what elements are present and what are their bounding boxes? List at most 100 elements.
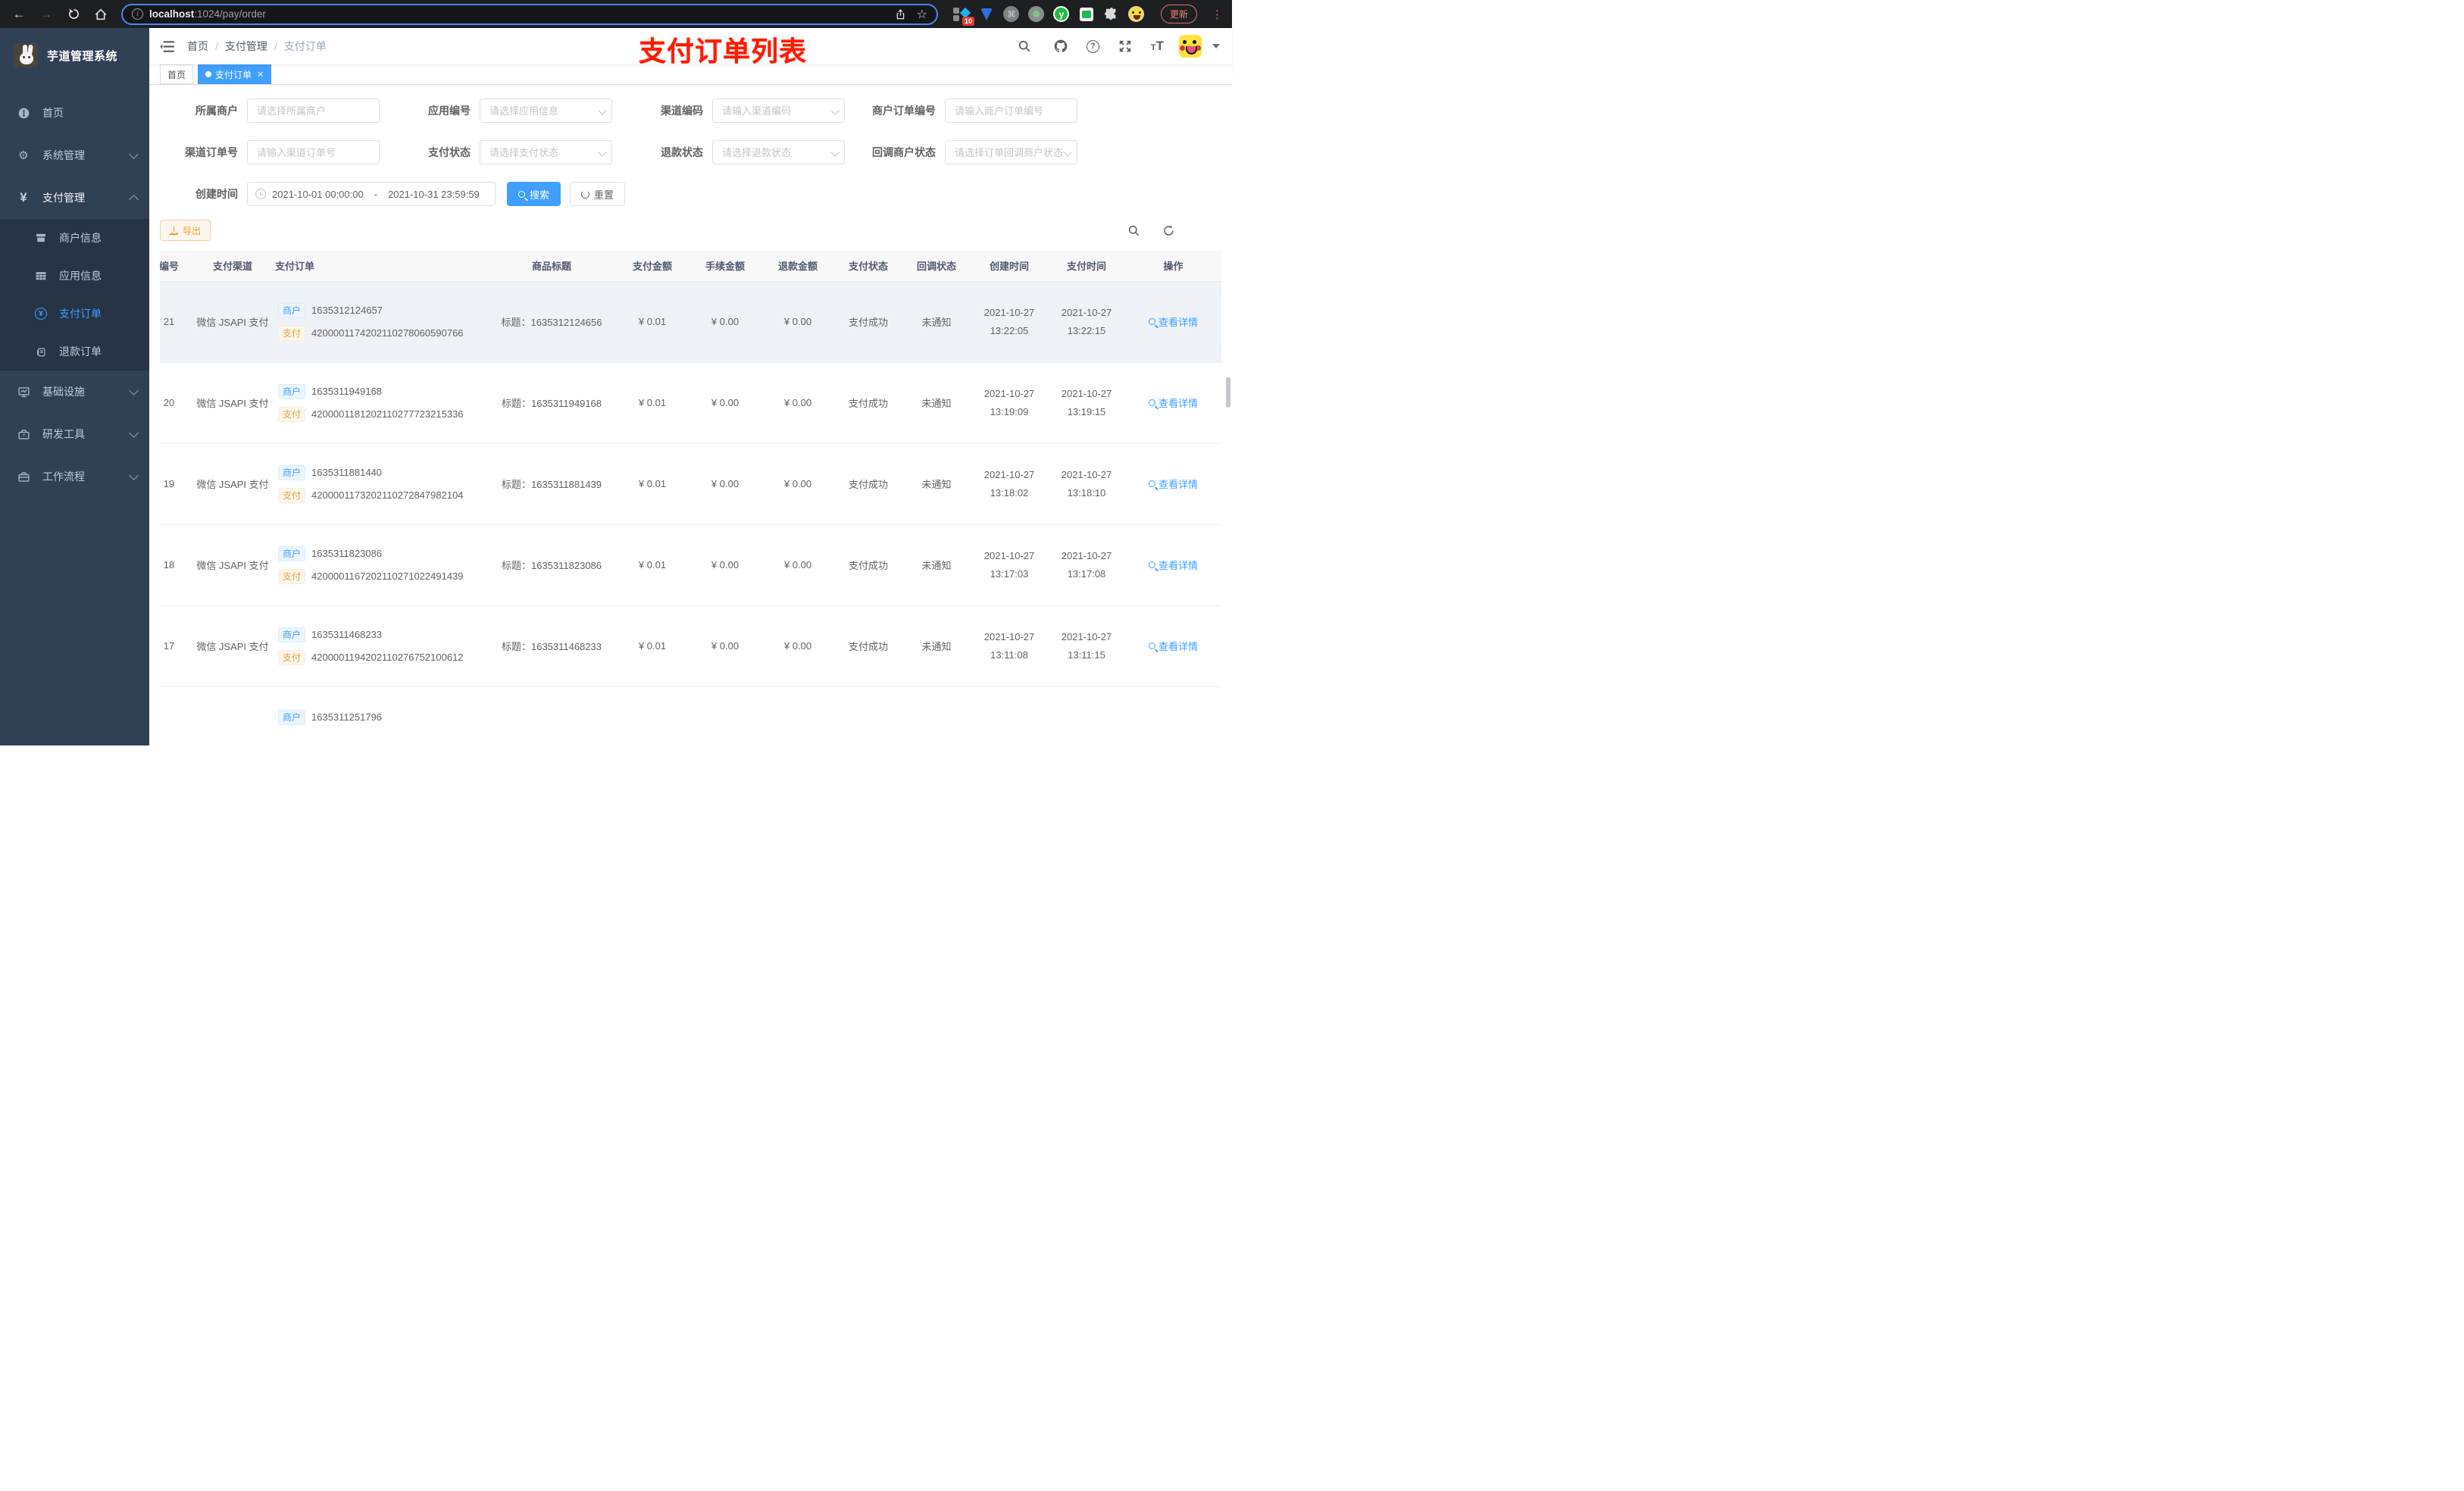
recorder-extension-icon[interactable]	[1028, 6, 1045, 23]
channel-code-select[interactable]	[712, 98, 845, 123]
fullscreen-icon[interactable]	[1115, 36, 1136, 57]
cell-channel: 微信 JSAPI 支付	[190, 281, 275, 363]
refresh-icon	[581, 189, 590, 198]
monitor-icon	[15, 386, 32, 399]
view-detail-link[interactable]: 查看详情	[1148, 395, 1198, 410]
font-size-icon[interactable]: TT	[1151, 39, 1164, 54]
sidebar-item-label: 研发工具	[42, 428, 85, 440]
site-info-icon[interactable]: i	[132, 8, 143, 20]
header-search-icon[interactable]	[1014, 36, 1035, 57]
cell-actions: 查看详情	[1125, 362, 1221, 444]
kite-extension-icon[interactable]	[978, 6, 995, 23]
pay-status-select[interactable]	[480, 140, 612, 164]
merchant-order-no-input[interactable]	[945, 98, 1077, 123]
reset-button[interactable]: 重置	[570, 182, 626, 206]
cell-channel: 微信 JSAPI 支付	[190, 443, 275, 525]
sidebar-logo[interactable]: 芋道管理系统	[0, 34, 149, 77]
browser-menu-icon[interactable]: ⋮	[1212, 8, 1223, 21]
table-row: 21 微信 JSAPI 支付 商户 1635312124657 支付 42000…	[160, 281, 1221, 363]
browser-update-button[interactable]: 更新	[1160, 5, 1197, 23]
sidebar-item-home[interactable]: 首页	[0, 92, 149, 134]
cell-pay-order: 商户 1635311881440 支付 42000011732021102728…	[275, 443, 487, 525]
cell-notify-status: 未通知	[902, 362, 971, 444]
sidebar-item-system[interactable]: ⚙ 系统管理	[0, 134, 149, 177]
refund-status-select[interactable]	[712, 140, 845, 164]
home-icon[interactable]	[89, 4, 112, 25]
hamburger-icon[interactable]	[149, 28, 186, 64]
extension-blocks-icon[interactable]: 10	[952, 6, 974, 26]
title-value: 1635312124656	[530, 317, 602, 328]
sidebar-item-workflow[interactable]: 工作流程	[0, 455, 149, 498]
forward-icon[interactable]: →	[35, 4, 58, 25]
sidebar-item-payment[interactable]: ¥ 支付管理	[0, 177, 149, 219]
title-value: 1635311468233	[530, 641, 602, 652]
orders-table: 编号 支付渠道 支付订单 商品标题 支付金额 手续金额 退款金额 支付状态 回调…	[160, 251, 1221, 770]
view-detail-link[interactable]: 查看详情	[1148, 477, 1198, 491]
sidebar-menu: 首页 ⚙ 系统管理 ¥ 支付管理 商户信息 应用信息 ¥ 支付订单 退款订单 基…	[0, 92, 149, 498]
extensions-puzzle-icon[interactable]	[1103, 6, 1120, 23]
breadcrumb-home[interactable]: 首页	[187, 39, 208, 54]
tab-home[interactable]: 首页	[160, 64, 194, 84]
share-icon[interactable]	[895, 8, 906, 20]
toggle-search-icon[interactable]	[1123, 220, 1144, 241]
search-button[interactable]: 搜索	[507, 182, 561, 206]
merchant-tag: 商户	[278, 709, 306, 725]
app-select[interactable]	[480, 98, 612, 123]
window-scrollbar-thumb[interactable]	[1226, 377, 1230, 408]
tab-close-icon[interactable]: ✕	[257, 70, 264, 80]
url-host: localhost	[149, 8, 195, 20]
col-refund: 退款金额	[761, 251, 834, 282]
url-bar[interactable]: i localhost:1024/pay/order ☆	[121, 3, 938, 25]
command-extension-icon[interactable]: ⌘	[1003, 6, 1020, 23]
title-prefix: 标题：	[501, 479, 531, 490]
merchant-input[interactable]	[247, 98, 380, 123]
detail-search-icon	[1148, 318, 1155, 325]
chevron-down-icon	[129, 470, 139, 480]
github-icon[interactable]	[1050, 36, 1071, 57]
cell-title: 标题：1635311949168	[487, 362, 616, 444]
cell-pay-status: 支付成功	[834, 605, 902, 687]
y-extension-icon[interactable]: y	[1053, 6, 1070, 23]
sidebar-item-devtools[interactable]: 研发工具	[0, 413, 149, 455]
table-row: 17 微信 JSAPI 支付 商户 1635311468233 支付 42000…	[160, 605, 1221, 687]
filter-notify-status: 回调商户状态	[858, 140, 1090, 164]
yen-icon: ¥	[20, 190, 27, 205]
cell-actions: 查看详情	[1125, 281, 1221, 363]
col-fee: 手续金额	[689, 251, 761, 282]
back-icon[interactable]: ←	[8, 4, 30, 25]
filter-row-1: 所属商户 应用编号 渠道编码 商户订单编号	[160, 98, 1221, 123]
tab-label: 支付订单	[215, 69, 252, 80]
export-button[interactable]: 导出	[160, 220, 211, 241]
view-detail-link[interactable]: 查看详情	[1148, 639, 1198, 653]
bookmark-star-icon[interactable]: ☆	[917, 7, 927, 22]
reload-icon[interactable]	[62, 4, 85, 25]
notify-status-select[interactable]	[945, 140, 1077, 164]
help-icon[interactable]: ?	[1086, 39, 1099, 53]
cell-notify-status: 未通知	[902, 605, 971, 687]
sidebar-item-pay-order[interactable]: ¥ 支付订单	[0, 295, 149, 333]
tab-pay-order[interactable]: 支付订单 ✕	[198, 64, 272, 84]
user-avatar[interactable]	[1179, 35, 1202, 58]
search-icon	[518, 190, 525, 198]
sidebar-item-merchant-info[interactable]: 商户信息	[0, 219, 149, 257]
date-range-input[interactable]: 2021-10-01 00:00:00 - 2021-10-31 23:59:5…	[247, 182, 496, 206]
profile-avatar-icon[interactable]	[1128, 6, 1145, 23]
view-detail-link[interactable]: 查看详情	[1148, 558, 1198, 572]
channel-order-no-input[interactable]	[247, 140, 380, 164]
avatar-dropdown-caret[interactable]	[1212, 44, 1220, 48]
sidebar-item-app-info[interactable]: 应用信息	[0, 257, 149, 295]
cell-actions: 查看详情	[1125, 524, 1221, 606]
date-end: 2021-10-31 23:59:59	[388, 188, 480, 200]
filter-label: 商户订单编号	[872, 105, 936, 117]
refresh-table-icon[interactable]	[1158, 220, 1179, 241]
sidebar-item-infra[interactable]: 基础设施	[0, 370, 149, 413]
chevron-down-icon	[129, 148, 139, 159]
col-pay-time: 支付时间	[1048, 251, 1125, 282]
breadcrumb-payment[interactable]: 支付管理	[225, 39, 267, 54]
merchant-tag: 商户	[278, 464, 306, 480]
payment-submenu: 商户信息 应用信息 ¥ 支付订单 退款订单	[0, 219, 149, 370]
view-detail-link[interactable]: 查看详情	[1148, 314, 1198, 329]
sidebar-item-refund-order[interactable]: 退款订单	[0, 333, 149, 370]
red-annotation-title: 支付订单列表	[639, 36, 808, 67]
chat-extension-icon[interactable]	[1078, 6, 1095, 23]
